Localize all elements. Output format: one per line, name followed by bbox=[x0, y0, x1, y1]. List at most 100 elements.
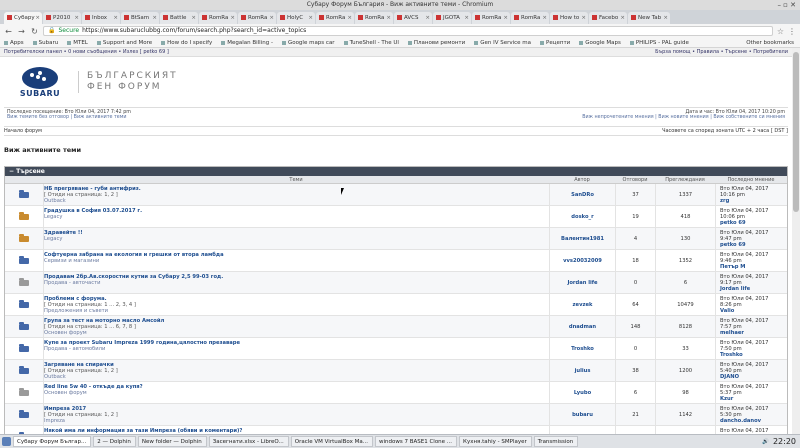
bookmark-item[interactable]: PHILIPS - PAL guide bbox=[630, 38, 689, 47]
bookmark-item[interactable]: Google Maps bbox=[579, 38, 621, 47]
address-bar[interactable]: 🔒 Secure https://www.subaruclubbg.com/fo… bbox=[43, 26, 773, 36]
close-tab-icon[interactable]: × bbox=[581, 12, 586, 24]
taskbar-task[interactable]: Засегнати.xlsx - LibreO... bbox=[208, 436, 289, 447]
close-tab-icon[interactable]: × bbox=[464, 12, 469, 24]
start-menu-icon[interactable] bbox=[2, 437, 11, 446]
last-post-author[interactable]: Kzur bbox=[720, 396, 787, 402]
bookmark-item[interactable]: How do I specify bbox=[161, 38, 212, 47]
taskbar-task[interactable]: Transmission bbox=[533, 436, 579, 447]
topic-author[interactable]: julius bbox=[549, 360, 615, 381]
menu-icon[interactable]: ⋮ bbox=[788, 27, 796, 36]
close-tab-icon[interactable]: × bbox=[347, 12, 352, 24]
taskbar-task[interactable]: windows 7 BASE1 Clone ... bbox=[374, 436, 458, 447]
last-post-author[interactable]: zrg bbox=[720, 198, 787, 204]
last-post-author[interactable]: Петър М bbox=[720, 264, 787, 270]
topic-forum[interactable]: Продава - автомобили bbox=[44, 346, 549, 352]
topic-author[interactable]: bubaru bbox=[549, 404, 615, 425]
browser-tab[interactable]: RomRa × bbox=[511, 12, 549, 24]
browser-tab[interactable]: AVCS × bbox=[394, 12, 432, 24]
topic-author[interactable]: dosko_r bbox=[549, 206, 615, 227]
topic-author[interactable]: SanDRo bbox=[549, 184, 615, 205]
last-post-author[interactable]: Jordan life bbox=[720, 286, 787, 292]
close-tab-icon[interactable]: × bbox=[269, 12, 274, 24]
forward-icon[interactable]: → bbox=[17, 27, 26, 36]
back-icon[interactable]: ← bbox=[4, 27, 13, 36]
last-post-author[interactable]: dancho.danov bbox=[720, 418, 787, 424]
help-links[interactable]: Бърза помощ • Правила • Търсене • Потреб… bbox=[655, 48, 788, 56]
clock[interactable]: 22:20 bbox=[773, 437, 796, 446]
close-tab-icon[interactable]: × bbox=[35, 12, 40, 24]
post-links[interactable]: Виж непрочетените мнения | Виж новите мн… bbox=[582, 115, 785, 120]
last-post-author[interactable]: Valio bbox=[720, 308, 787, 314]
browser-tab[interactable]: Inbox × bbox=[82, 12, 120, 24]
close-tab-icon[interactable]: × bbox=[386, 12, 391, 24]
topic-forum[interactable]: Outback bbox=[44, 374, 549, 380]
close-tab-icon[interactable]: × bbox=[113, 12, 118, 24]
topic-author[interactable]: Lyubo bbox=[549, 382, 615, 403]
close-tab-icon[interactable]: × bbox=[542, 12, 547, 24]
browser-tab[interactable]: New Tab × bbox=[628, 12, 670, 24]
close-tab-icon[interactable]: × bbox=[663, 12, 668, 24]
bookmark-item[interactable]: Subaru bbox=[33, 38, 59, 47]
close-tab-icon[interactable]: × bbox=[620, 12, 625, 24]
other-bookmarks[interactable]: Other bookmarks bbox=[746, 38, 800, 47]
browser-tab[interactable]: RomRa × bbox=[316, 12, 354, 24]
bookmark-item[interactable]: Планови ремонти bbox=[408, 38, 465, 47]
browser-tab[interactable]: RomRa × bbox=[238, 12, 276, 24]
browser-tab[interactable]: P2010 × bbox=[43, 12, 81, 24]
bookmark-item[interactable]: Google maps car bbox=[282, 38, 335, 47]
topic-author[interactable]: zevzek bbox=[549, 294, 615, 315]
topic-author[interactable]: Troshko bbox=[549, 338, 615, 359]
bookmark-item[interactable]: TuneShell - The Ul bbox=[344, 38, 399, 47]
close-tab-icon[interactable]: × bbox=[308, 12, 313, 24]
volume-icon[interactable]: 🔊 bbox=[762, 439, 769, 445]
taskbar-task[interactable]: 2 — Dolphin bbox=[93, 436, 136, 447]
topic-forum[interactable]: Legacy bbox=[44, 236, 549, 242]
bookmark-item[interactable]: MTEL bbox=[67, 38, 88, 47]
topic-author[interactable]: dnadman bbox=[549, 316, 615, 337]
topic-forum[interactable]: Legacy bbox=[44, 214, 549, 220]
topic-links[interactable]: Виж темите без отговор | Виж активните т… bbox=[7, 115, 131, 120]
browser-tab[interactable]: JGOTA × bbox=[433, 12, 471, 24]
topic-author[interactable]: Валентин1981 bbox=[549, 228, 615, 249]
bookmark-item[interactable]: Рецепти bbox=[540, 38, 570, 47]
bookmark-item[interactable]: Gen IV Service ma bbox=[474, 38, 531, 47]
close-tab-icon[interactable]: × bbox=[152, 12, 157, 24]
topic-forum[interactable]: Предложения и съвети bbox=[44, 308, 549, 314]
browser-tab[interactable]: RomRa × bbox=[199, 12, 237, 24]
close-tab-icon[interactable]: × bbox=[191, 12, 196, 24]
browser-tab[interactable]: BtSam × bbox=[121, 12, 159, 24]
topic-forum[interactable]: Impreza bbox=[44, 418, 549, 424]
browser-tab[interactable]: Battle × bbox=[160, 12, 198, 24]
taskbar-task[interactable]: Субару Форум Българ... bbox=[13, 436, 92, 447]
close-tab-icon[interactable]: × bbox=[230, 12, 235, 24]
browser-tab[interactable]: HolyC × bbox=[277, 12, 315, 24]
topic-forum[interactable]: Основен форум bbox=[44, 390, 549, 396]
browser-tab[interactable]: Субару × bbox=[4, 12, 42, 24]
last-post-author[interactable]: Troshko bbox=[720, 352, 787, 358]
taskbar-task[interactable]: Кухня.tahiy - SMPlayer bbox=[459, 436, 532, 447]
bookmark-item[interactable]: Apps bbox=[4, 38, 24, 47]
bookmark-star-icon[interactable]: ☆ bbox=[777, 27, 784, 36]
topic-forum[interactable]: Сервизи и магазини bbox=[44, 258, 549, 264]
last-post-author[interactable]: petko 69 bbox=[720, 220, 787, 226]
close-tab-icon[interactable]: × bbox=[74, 12, 79, 24]
browser-tab[interactable]: How to × bbox=[550, 12, 588, 24]
window-controls[interactable]: – ▫ ✕ bbox=[777, 0, 796, 10]
reload-icon[interactable]: ↻ bbox=[30, 27, 39, 36]
topic-forum[interactable]: Продава - авточасти bbox=[44, 280, 549, 286]
page-scrollbar[interactable] bbox=[792, 48, 800, 434]
topic-author[interactable]: Jordan life bbox=[549, 272, 615, 293]
bookmark-item[interactable]: Support and More bbox=[97, 38, 152, 47]
topic-forum[interactable]: Основен форум bbox=[44, 330, 549, 336]
last-post-author[interactable]: melhaer bbox=[720, 330, 787, 336]
subaru-logo[interactable]: SUBARU bbox=[12, 66, 68, 98]
browser-tab[interactable]: RomRa × bbox=[355, 12, 393, 24]
topic-forum[interactable]: Outback bbox=[44, 198, 549, 204]
close-tab-icon[interactable]: × bbox=[503, 12, 508, 24]
close-tab-icon[interactable]: × bbox=[425, 12, 430, 24]
last-post-author[interactable]: petko 69 bbox=[720, 242, 787, 248]
topic-author[interactable]: vvs20032009 bbox=[549, 250, 615, 271]
browser-tab[interactable]: RomRa × bbox=[472, 12, 510, 24]
taskbar-task[interactable]: Oracle VM VirtualBox Ma... bbox=[290, 436, 373, 447]
